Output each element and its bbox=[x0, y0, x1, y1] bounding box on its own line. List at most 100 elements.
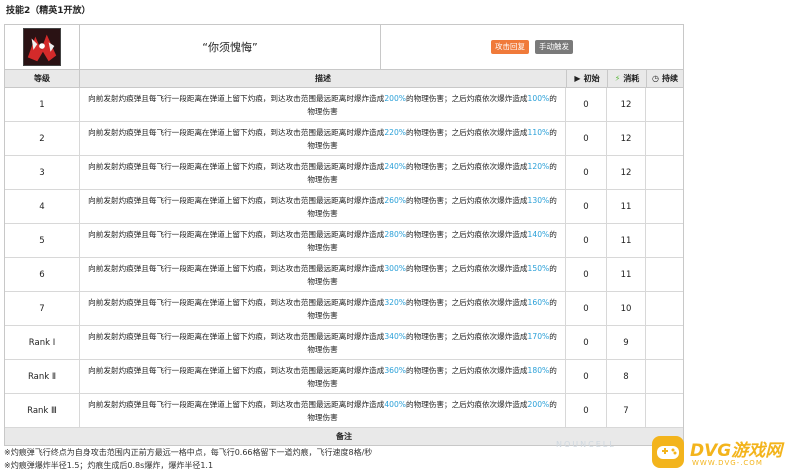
row-level: 4 bbox=[5, 190, 80, 223]
skill-rows: 1 向前发射灼痕弹且每飞行一段距离在弹道上留下灼痕，到达攻击范围最远距离时爆炸造成… bbox=[5, 88, 683, 428]
desc-text: 的物理伤害；之后灼痕依次爆炸造成 bbox=[406, 229, 528, 239]
row-level: 5 bbox=[5, 224, 80, 257]
table-row: 2 向前发射灼痕弹且每飞行一段距离在弹道上留下灼痕，到达攻击范围最远距离时爆炸造成… bbox=[5, 122, 683, 156]
desc-text: 的物理伤害；之后灼痕依次爆炸造成 bbox=[406, 263, 528, 273]
note-line: ※灼痕弹爆炸半径1.5；灼痕生成后0.8s爆炸，爆炸半径1.1 bbox=[4, 461, 214, 470]
skill-tags: 攻击回复 手动触发 bbox=[381, 25, 683, 69]
desc-followup: 180% bbox=[527, 365, 550, 375]
row-duration bbox=[646, 360, 683, 393]
row-level: 6 bbox=[5, 258, 80, 291]
column-cost-label: 消耗 bbox=[623, 74, 640, 83]
row-desc: 向前发射灼痕弹且每飞行一段距离在弹道上留下灼痕，到达攻击范围最远距离时爆炸造成3… bbox=[80, 292, 566, 325]
table-row: 5 向前发射灼痕弹且每飞行一段距离在弹道上留下灼痕，到达攻击范围最远距离时爆炸造成… bbox=[5, 224, 683, 258]
desc-damage: 400% bbox=[384, 399, 407, 409]
row-cost: 10 bbox=[607, 292, 646, 325]
skill-icon-cell bbox=[5, 25, 80, 69]
row-cost: 7 bbox=[607, 394, 646, 427]
desc-damage: 280% bbox=[384, 229, 407, 239]
note-line: ※灼痕弹飞行终点为自身攻击范围内正前方最远一格中点，每飞行0.66格留下一道灼痕… bbox=[4, 448, 373, 457]
row-init: 0 bbox=[566, 394, 607, 427]
table-row: Rank Ⅱ 向前发射灼痕弹且每飞行一段距离在弹道上留下灼痕，到达攻击范围最远距离… bbox=[5, 360, 683, 394]
row-desc-line: 向前发射灼痕弹且每飞行一段距离在弹道上留下灼痕，到达攻击范围最远距离时爆炸造成4… bbox=[86, 398, 559, 424]
desc-text: 向前发射灼痕弹且每飞行一段距离在弹道上留下灼痕，到达攻击范围最远距离时爆炸造成 bbox=[88, 399, 385, 409]
row-desc-line: 向前发射灼痕弹且每飞行一段距离在弹道上留下灼痕，到达攻击范围最远距离时爆炸造成2… bbox=[86, 228, 559, 254]
row-level: Rank Ⅱ bbox=[5, 360, 80, 393]
row-init: 0 bbox=[566, 292, 607, 325]
site-logo: DVG游戏网 WWW.DVG-.COM bbox=[640, 430, 800, 476]
desc-text: 向前发射灼痕弹且每飞行一段距离在弹道上留下灼痕，到达攻击范围最远距离时爆炸造成 bbox=[88, 297, 385, 307]
table-row: 6 向前发射灼痕弹且每飞行一段距离在弹道上留下灼痕，到达攻击范围最远距离时爆炸造成… bbox=[5, 258, 683, 292]
row-desc: 向前发射灼痕弹且每飞行一段距离在弹道上留下灼痕，到达攻击范围最远距离时爆炸造成3… bbox=[80, 360, 566, 393]
desc-text: 的物理伤害；之后灼痕依次爆炸造成 bbox=[406, 399, 528, 409]
row-desc-line: 向前发射灼痕弹且每飞行一段距离在弹道上留下灼痕，到达攻击范围最远距离时爆炸造成2… bbox=[86, 160, 559, 186]
desc-damage: 220% bbox=[384, 127, 407, 137]
row-cost: 11 bbox=[607, 224, 646, 257]
row-desc: 向前发射灼痕弹且每飞行一段距离在弹道上留下灼痕，到达攻击范围最远距离时爆炸造成2… bbox=[80, 190, 566, 223]
desc-damage: 260% bbox=[384, 195, 407, 205]
desc-text: 向前发射灼痕弹且每飞行一段距离在弹道上留下灼痕，到达攻击范围最远距离时爆炸造成 bbox=[88, 127, 385, 137]
desc-followup: 100% bbox=[527, 93, 550, 103]
row-init: 0 bbox=[566, 360, 607, 393]
row-desc-line: 向前发射灼痕弹且每飞行一段距离在弹道上留下灼痕，到达攻击范围最远距离时爆炸造成3… bbox=[86, 364, 559, 390]
desc-text: 向前发射灼痕弹且每飞行一段距离在弹道上留下灼痕，到达攻击范围最远距离时爆炸造成 bbox=[88, 365, 385, 375]
desc-damage: 360% bbox=[384, 365, 407, 375]
desc-text: 的物理伤害；之后灼痕依次爆炸造成 bbox=[406, 195, 528, 205]
desc-followup: 160% bbox=[527, 297, 550, 307]
row-duration bbox=[646, 258, 683, 291]
row-duration bbox=[646, 292, 683, 325]
table-row: 7 向前发射灼痕弹且每飞行一段距离在弹道上留下灼痕，到达攻击范围最远距离时爆炸造成… bbox=[5, 292, 683, 326]
desc-followup: 120% bbox=[527, 161, 550, 171]
row-level: 2 bbox=[5, 122, 80, 155]
row-desc-line: 向前发射灼痕弹且每飞行一段距离在弹道上留下灼痕，到达攻击范围最远距离时爆炸造成3… bbox=[86, 296, 559, 322]
row-init: 0 bbox=[566, 122, 607, 155]
column-init: ▶ 初始 bbox=[567, 70, 608, 87]
row-desc: 向前发射灼痕弹且每飞行一段距离在弹道上留下灼痕，到达攻击范围最远距离时爆炸造成3… bbox=[80, 326, 566, 359]
column-header-row: 等级 描述 ▶ 初始 ⚡ 消耗 ◷ 持续 bbox=[5, 70, 683, 88]
skill-red-black-icon bbox=[23, 28, 61, 66]
row-cost: 11 bbox=[607, 258, 646, 291]
desc-followup: 150% bbox=[527, 263, 550, 273]
desc-damage: 320% bbox=[384, 297, 407, 307]
gamepad-icon bbox=[652, 436, 684, 468]
desc-text: 向前发射灼痕弹且每飞行一段距离在弹道上留下灼痕，到达攻击范围最远距离时爆炸造成 bbox=[88, 331, 385, 341]
table-row: 1 向前发射灼痕弹且每飞行一段距离在弹道上留下灼痕，到达攻击范围最远距离时爆炸造成… bbox=[5, 88, 683, 122]
logo-subtext: WWW.DVG-.COM bbox=[692, 459, 763, 467]
desc-text: 的物理伤害；之后灼痕依次爆炸造成 bbox=[406, 365, 528, 375]
row-cost: 12 bbox=[607, 156, 646, 189]
play-icon: ▶ bbox=[574, 74, 581, 83]
desc-text: 向前发射灼痕弹且每飞行一段距离在弹道上留下灼痕，到达攻击范围最远距离时爆炸造成 bbox=[88, 93, 385, 103]
row-duration bbox=[646, 122, 683, 155]
row-init: 0 bbox=[566, 224, 607, 257]
desc-text: 向前发射灼痕弹且每飞行一段距离在弹道上留下灼痕，到达攻击范围最远距离时爆炸造成 bbox=[88, 263, 385, 273]
row-duration bbox=[646, 156, 683, 189]
row-cost: 9 bbox=[607, 326, 646, 359]
table-row: Rank Ⅲ 向前发射灼痕弹且每飞行一段距离在弹道上留下灼痕，到达攻击范围最远距离… bbox=[5, 394, 683, 428]
faint-watermark: NOUNCELL bbox=[556, 440, 616, 449]
desc-damage: 240% bbox=[384, 161, 407, 171]
skill-header-row: “你须愧悔” 攻击回复 手动触发 bbox=[5, 25, 683, 70]
desc-text: 向前发射灼痕弹且每飞行一段距离在弹道上留下灼痕，到达攻击范围最远距离时爆炸造成 bbox=[88, 161, 385, 171]
column-desc: 描述 bbox=[80, 70, 567, 87]
row-desc: 向前发射灼痕弹且每飞行一段距离在弹道上留下灼痕，到达攻击范围最远距离时爆炸造成2… bbox=[80, 224, 566, 257]
row-init: 0 bbox=[566, 156, 607, 189]
row-desc-line: 向前发射灼痕弹且每飞行一段距离在弹道上留下灼痕，到达攻击范围最远距离时爆炸造成3… bbox=[86, 262, 559, 288]
desc-followup: 110% bbox=[527, 127, 550, 137]
desc-text: 的物理伤害；之后灼痕依次爆炸造成 bbox=[406, 93, 528, 103]
row-level: 3 bbox=[5, 156, 80, 189]
column-cost: ⚡ 消耗 bbox=[608, 70, 647, 87]
table-row: 3 向前发射灼痕弹且每飞行一段距离在弹道上留下灼痕，到达攻击范围最远距离时爆炸造成… bbox=[5, 156, 683, 190]
desc-text: 的物理伤害；之后灼痕依次爆炸造成 bbox=[406, 297, 528, 307]
desc-text: 向前发射灼痕弹且每飞行一段距离在弹道上留下灼痕，到达攻击范围最远距离时爆炸造成 bbox=[88, 195, 385, 205]
desc-damage: 340% bbox=[384, 331, 407, 341]
row-desc: 向前发射灼痕弹且每飞行一段距离在弹道上留下灼痕，到达攻击范围最远距离时爆炸造成2… bbox=[80, 122, 566, 155]
column-duration: ◷ 持续 bbox=[647, 70, 683, 87]
row-desc-line: 向前发射灼痕弹且每飞行一段距离在弹道上留下灼痕，到达攻击范围最远距离时爆炸造成2… bbox=[86, 126, 559, 152]
lightning-icon: ⚡ bbox=[614, 74, 621, 83]
row-cost: 11 bbox=[607, 190, 646, 223]
desc-text: 的物理伤害；之后灼痕依次爆炸造成 bbox=[406, 161, 528, 171]
row-duration bbox=[646, 190, 683, 223]
row-level: 7 bbox=[5, 292, 80, 325]
row-desc: 向前发射灼痕弹且每飞行一段距离在弹道上留下灼痕，到达攻击范围最远距离时爆炸造成3… bbox=[80, 258, 566, 291]
row-init: 0 bbox=[566, 88, 607, 121]
row-cost: 12 bbox=[607, 88, 646, 121]
